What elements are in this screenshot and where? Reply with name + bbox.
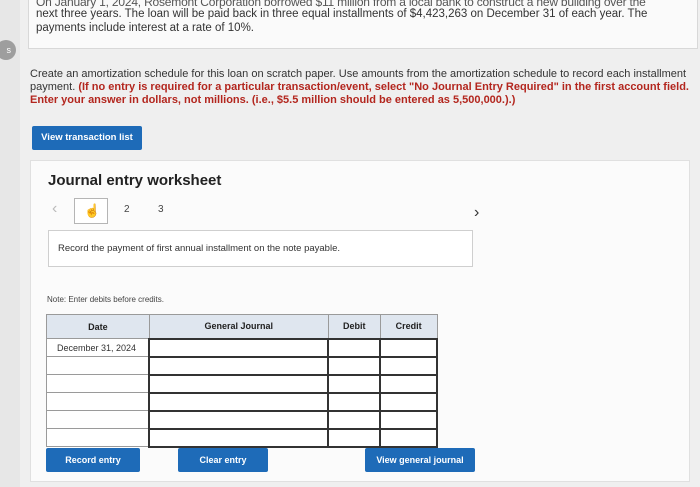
header-credit: Credit [379,314,438,339]
view-transaction-list-button[interactable]: View transaction list [32,126,142,150]
clear-entry-button[interactable]: Clear entry [178,448,268,472]
header-general-journal: General Journal [148,314,329,339]
debit-field[interactable] [327,355,382,376]
instructions: Create an amortization schedule for this… [30,68,690,107]
account-field[interactable] [148,427,330,448]
table-row [46,373,438,394]
problem-text-line2: next three years. The loan will be paid … [36,8,648,20]
journal-table: Date General Journal Debit Credit Decemb… [46,314,438,448]
tab-1[interactable]: ☝ [74,198,108,224]
record-entry-button[interactable]: Record entry [46,448,140,472]
date-cell [46,428,150,447]
credit-field[interactable] [379,337,438,358]
note-text: Note: Enter debits before credits. [47,295,164,304]
date-cell [46,410,150,429]
header-debit: Debit [327,314,381,339]
instructions-warning: (If no entry is required for a particula… [30,81,689,106]
pointer-hand-icon: ☝ [84,203,101,218]
date-cell [46,392,150,411]
left-gutter: s [0,0,20,487]
credit-field[interactable] [379,355,438,376]
tab-2[interactable]: 2 [124,204,130,215]
debit-field[interactable] [327,391,382,412]
debit-field[interactable] [327,427,382,448]
table-row [46,391,438,412]
debit-field[interactable] [327,409,382,430]
date-cell [46,374,150,393]
prompt-text: Record the payment of first annual insta… [58,243,341,254]
table-row [46,409,438,430]
table-row: December 31, 2024 [46,337,438,358]
worksheet-title: Journal entry worksheet [48,172,222,189]
credit-field[interactable] [379,391,438,412]
credit-field[interactable] [379,409,438,430]
account-field[interactable] [148,337,330,358]
table-header-row: Date General Journal Debit Credit [46,314,438,339]
credit-field[interactable] [379,427,438,448]
account-field[interactable] [148,355,330,376]
credit-field[interactable] [379,373,438,394]
date-cell [46,356,150,375]
debit-field[interactable] [327,373,382,394]
prev-arrow-icon[interactable]: ‹ [52,200,57,218]
account-field[interactable] [148,409,330,430]
view-general-journal-button[interactable]: View general journal [365,448,475,472]
debit-field[interactable] [327,337,382,358]
question-badge: s [0,40,16,60]
tab-3[interactable]: 3 [158,204,164,215]
next-arrow-icon[interactable]: › [474,204,479,222]
header-date: Date [46,314,150,339]
date-cell: December 31, 2024 [46,338,150,357]
account-field[interactable] [148,373,330,394]
table-row [46,355,438,376]
table-row [46,427,438,448]
account-field[interactable] [148,391,330,412]
problem-text-line3: payments include interest at a rate of 1… [36,22,254,34]
